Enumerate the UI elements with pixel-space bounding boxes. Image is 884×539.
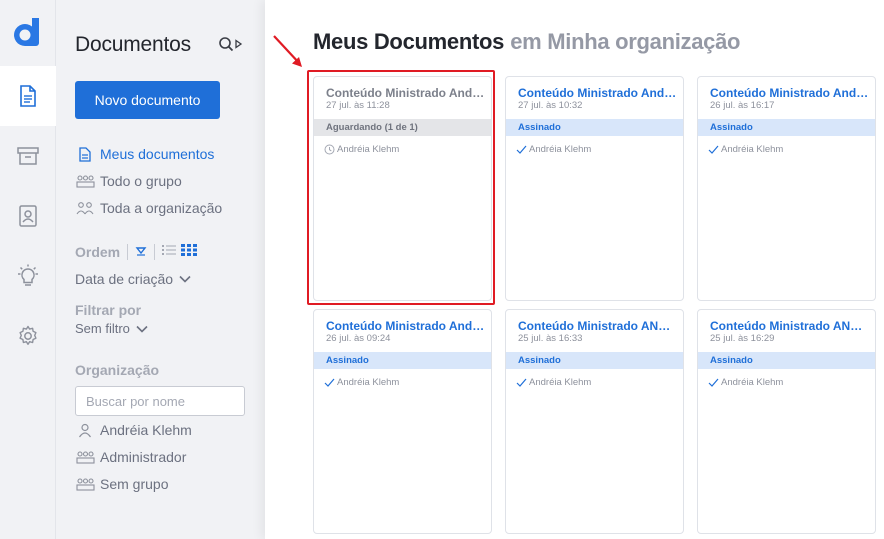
document-card[interactable]: Conteúdo Ministrado ANDRÉIA 25 jul. às 1… [697,309,876,534]
document-date: 26 jul. às 16:17 [710,100,775,111]
sidebar-item-whole-organization[interactable]: Toda a organização [75,198,222,218]
sidebar-item-no-group[interactable]: Sem grupo [75,474,168,494]
status-badge: Assinado [698,352,875,369]
document-title: Conteúdo Ministrado Andréia [518,86,678,100]
check-icon [516,377,527,388]
rail-settings[interactable] [0,306,56,366]
group-icon [75,449,95,465]
gear-icon [17,325,39,347]
sidebar-item-label: Toda a organização [100,200,223,216]
document-signer: Andréia Klehm [516,377,591,388]
divider [127,244,129,260]
user-icon [75,422,95,438]
group-icon [75,476,95,492]
annotation-arrow-icon [268,30,308,77]
document-card[interactable]: Conteúdo Ministrado Andréia 26 jul. às 0… [313,309,492,534]
documents-sidebar: Documentos Novo documento Meus documento… [56,0,265,539]
order-label: Ordem [75,244,121,260]
sort-direction-icon[interactable] [135,243,147,261]
document-date: 27 jul. às 10:32 [518,100,583,111]
archive-icon [17,146,39,166]
check-icon [708,144,719,155]
signer-name: Andréia Klehm [529,377,592,388]
signer-name: Andréia Klehm [721,144,784,155]
check-icon [516,144,527,155]
signer-name: Andréia Klehm [337,377,400,388]
document-date: 25 jul. às 16:33 [518,333,583,344]
organization-label: Organização [75,362,160,378]
signer-name: Andréia Klehm [721,377,784,388]
document-card[interactable]: Conteúdo Ministrado Andréia 26 jul. às 1… [697,76,876,301]
search-icon[interactable] [218,36,244,59]
filter-value: Sem filtro [75,321,130,336]
sidebar-item-user[interactable]: Andréia Klehm [75,420,192,440]
document-icon [19,85,37,107]
rail-archive[interactable] [0,126,56,186]
group-icon [75,173,95,189]
document-date: 25 jul. às 16:29 [710,333,775,344]
page-title-main: Meus Documentos [313,29,505,54]
order-value: Data de criação [75,271,174,287]
document-title: Conteúdo Ministrado Andréia [326,319,486,333]
document-card[interactable]: Conteúdo Ministrado ANDRÉIA 25 jul. às 1… [505,309,684,534]
sidebar-item-label: Administrador [100,449,187,465]
status-badge: Assinado [698,119,875,136]
filter-dropdown[interactable]: Sem filtro [75,321,148,336]
rail-documents[interactable] [0,66,56,126]
annotation-highlight-box [307,70,495,305]
order-controls: Ordem [75,243,198,261]
document-signer: Andréia Klehm [324,377,399,388]
chevron-down-icon [136,325,148,333]
list-view-icon[interactable] [162,243,177,261]
sidebar-title: Documentos [75,33,191,56]
status-badge: Assinado [506,352,683,369]
sidebar-item-label: Todo o grupo [100,173,182,189]
check-icon [708,377,719,388]
app-logo-icon[interactable] [10,14,46,50]
page-title: Meus Documentos em Minha organização [313,29,740,55]
sidebar-item-my-documents[interactable]: Meus documentos [75,144,214,164]
filter-label: Filtrar por [75,302,142,318]
organization-search-input[interactable] [75,386,245,416]
document-title: Conteúdo Ministrado ANDRÉIA [518,319,678,333]
document-signer: Andréia Klehm [516,144,591,155]
divider [154,244,156,260]
document-signer: Andréia Klehm [708,377,783,388]
people-icon [75,200,95,216]
document-title: Conteúdo Ministrado Andréia [710,86,870,100]
rail-contacts[interactable] [0,186,56,246]
order-dropdown[interactable]: Data de criação [75,271,191,287]
document-title: Conteúdo Ministrado ANDRÉIA [710,319,870,333]
grid-view-icon[interactable] [181,243,198,261]
lightbulb-icon [15,264,41,288]
document-card[interactable]: Conteúdo Ministrado Andréia 27 jul. às 1… [505,76,684,301]
sidebar-item-administrator[interactable]: Administrador [75,447,186,467]
sidebar-item-whole-group[interactable]: Todo o grupo [75,171,182,191]
new-document-button[interactable]: Novo documento [75,81,220,119]
icon-rail [0,0,56,539]
sidebar-item-label: Meus documentos [100,146,215,162]
rail-ideas[interactable] [0,246,56,306]
status-badge: Assinado [314,352,491,369]
document-icon [75,146,95,162]
sidebar-item-label: Sem grupo [100,476,169,492]
document-signer: Andréia Klehm [708,144,783,155]
sidebar-item-label: Andréia Klehm [100,422,192,438]
check-icon [324,377,335,388]
status-badge: Assinado [506,119,683,136]
document-date: 26 jul. às 09:24 [326,333,391,344]
signer-name: Andréia Klehm [529,144,592,155]
chevron-down-icon [179,275,191,283]
page-title-scope: em Minha organização [510,29,741,54]
contacts-icon [18,205,38,227]
